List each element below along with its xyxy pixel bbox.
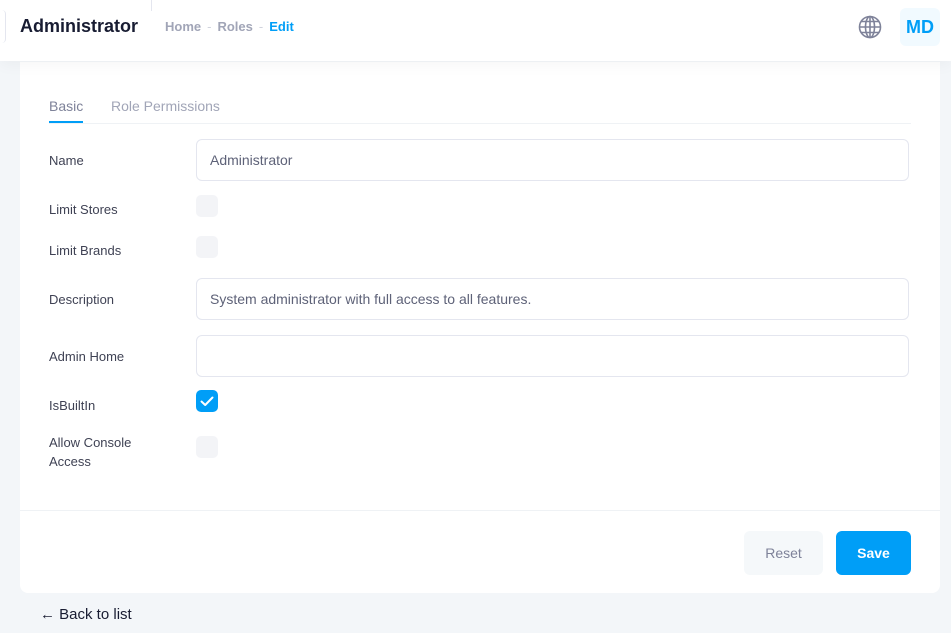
limit-stores-checkbox[interactable] (196, 195, 218, 217)
top-header: Administrator Home - Roles - Edit MD (0, 0, 951, 61)
allow-console-checkbox[interactable] (196, 436, 218, 458)
is-built-in-checkbox[interactable] (196, 390, 218, 412)
tab-bar: Basic Role Permissions (49, 96, 911, 124)
role-edit-card: Basic Role Permissions Name Administrato… (20, 62, 940, 593)
breadcrumb-edit: Edit (269, 19, 294, 34)
admin-home-input[interactable] (196, 335, 909, 377)
limit-brands-checkbox[interactable] (196, 236, 218, 258)
name-label: Name (49, 153, 84, 168)
check-icon (200, 396, 214, 406)
allow-console-label: Allow Console Access (49, 433, 131, 471)
description-input[interactable]: System administrator with full access to… (196, 278, 909, 320)
form-footer-divider (20, 510, 940, 511)
page-title: Administrator (20, 16, 139, 36)
allow-console-label-line2: Access (49, 454, 91, 469)
is-built-in-label: IsBuiltIn (49, 398, 96, 413)
limit-brands-label: Limit Brands (49, 243, 122, 258)
allow-console-label-line1: Allow Console (49, 435, 132, 450)
user-avatar[interactable]: MD (900, 8, 940, 46)
breadcrumb-home[interactable]: Home (165, 19, 201, 34)
breadcrumb-separator: - (207, 19, 212, 34)
back-to-list-link[interactable]: ← Back to list (40, 606, 132, 623)
admin-home-label: Admin Home (49, 349, 125, 364)
description-label: Description (49, 292, 115, 307)
sidebar-toggle-edge[interactable] (0, 10, 6, 43)
breadcrumb-separator: - (258, 19, 264, 34)
limit-stores-label: Limit Stores (49, 202, 118, 217)
name-input[interactable]: Administrator (196, 139, 909, 181)
globe-icon[interactable] (857, 14, 883, 40)
header-divider (151, 0, 152, 11)
breadcrumb-roles[interactable]: Roles (217, 19, 252, 34)
save-button[interactable]: Save (836, 531, 911, 575)
tab-role-permissions[interactable]: Role Permissions (111, 98, 220, 114)
tab-basic[interactable]: Basic (49, 98, 84, 123)
breadcrumb: Home - Roles - Edit (165, 19, 294, 34)
reset-button[interactable]: Reset (744, 531, 823, 575)
